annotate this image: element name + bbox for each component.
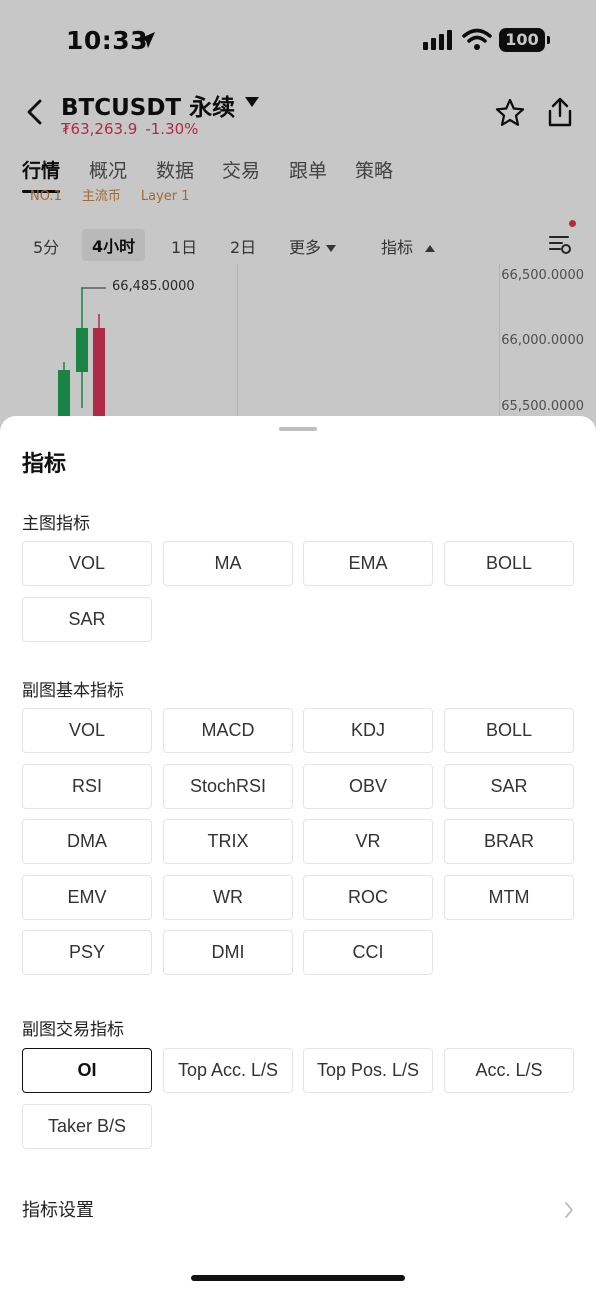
sheet-grabber[interactable]: [279, 427, 317, 431]
sub-option-wr[interactable]: WR: [163, 875, 293, 920]
home-indicator[interactable]: [191, 1275, 405, 1281]
sub-option-sar[interactable]: SAR: [444, 764, 574, 809]
trade-option-top-acc-ls[interactable]: Top Acc. L/S: [163, 1048, 293, 1093]
trade-option-acc-ls[interactable]: Acc. L/S: [444, 1048, 574, 1093]
main-option-sar[interactable]: SAR: [22, 597, 152, 642]
sub-option-mtm[interactable]: MTM: [444, 875, 574, 920]
sub-option-emv[interactable]: EMV: [22, 875, 152, 920]
sub-option-dma[interactable]: DMA: [22, 819, 152, 864]
main-option-boll[interactable]: BOLL: [444, 541, 574, 586]
main-option-ma[interactable]: MA: [163, 541, 293, 586]
main-option-vol[interactable]: VOL: [22, 541, 152, 586]
trade-option-top-pos-ls[interactable]: Top Pos. L/S: [303, 1048, 433, 1093]
sub-option-roc[interactable]: ROC: [303, 875, 433, 920]
sheet-title: 指标: [22, 452, 67, 477]
sub-option-psy[interactable]: PSY: [22, 930, 152, 975]
indicator-sheet: 指标 主图指标 VOL MA EMA BOLL SAR 副图基本指标 VOL M…: [0, 416, 596, 1293]
indicator-settings-label: 指标设置: [22, 1200, 94, 1221]
sub-option-brar[interactable]: BRAR: [444, 819, 574, 864]
sub-option-kdj[interactable]: KDJ: [303, 708, 433, 753]
sub-option-rsi[interactable]: RSI: [22, 764, 152, 809]
sub-option-cci[interactable]: CCI: [303, 930, 433, 975]
sub-option-vol[interactable]: VOL: [22, 708, 152, 753]
main-option-ema[interactable]: EMA: [303, 541, 433, 586]
main-indicator-section-title: 主图指标: [22, 514, 90, 534]
sub-basic-section-title: 副图基本指标: [22, 681, 124, 701]
sub-trade-section-title: 副图交易指标: [22, 1020, 124, 1040]
trade-option-taker-bs[interactable]: Taker B/S: [22, 1104, 152, 1149]
chevron-right-icon: [565, 1202, 573, 1218]
sub-option-stochrsi[interactable]: StochRSI: [163, 764, 293, 809]
sub-option-obv[interactable]: OBV: [303, 764, 433, 809]
sub-option-boll[interactable]: BOLL: [444, 708, 574, 753]
sub-option-trix[interactable]: TRIX: [163, 819, 293, 864]
sub-option-macd[interactable]: MACD: [163, 708, 293, 753]
indicator-settings-row[interactable]: 指标设置: [22, 1196, 574, 1226]
trade-option-oi[interactable]: OI: [22, 1048, 152, 1093]
sub-option-dmi[interactable]: DMI: [163, 930, 293, 975]
sub-option-vr[interactable]: VR: [303, 819, 433, 864]
